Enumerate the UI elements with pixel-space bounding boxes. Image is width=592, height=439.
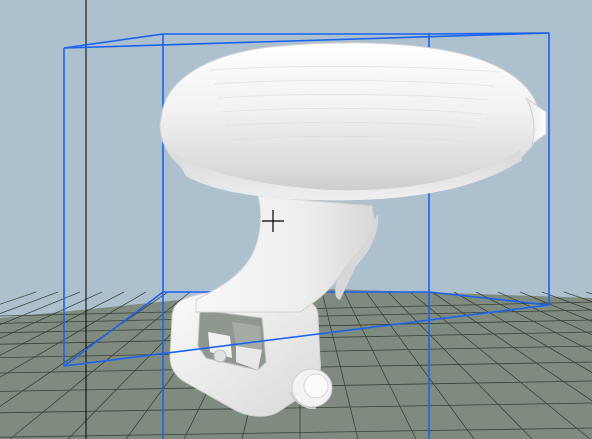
- 3d-viewport[interactable]: [0, 0, 592, 439]
- scene-canvas[interactable]: [0, 0, 592, 439]
- model-head: [159, 42, 547, 201]
